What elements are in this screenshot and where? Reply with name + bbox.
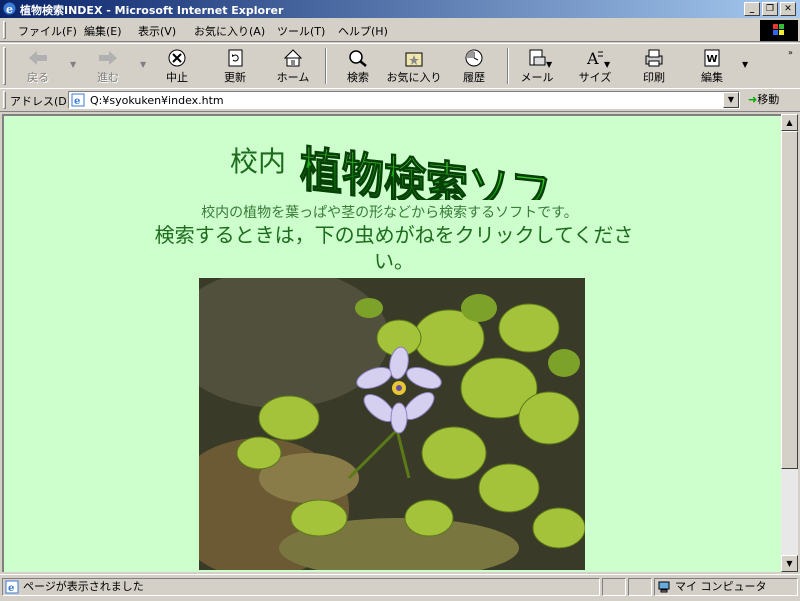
go-button[interactable]: ➜移動 — [748, 91, 779, 109]
back-button[interactable]: 戻る — [10, 46, 66, 86]
menu-file[interactable]: ファイル(F) — [18, 23, 77, 39]
history-button[interactable]: 履歴 — [446, 46, 502, 86]
size-label: サイズ — [578, 71, 612, 84]
mail-button[interactable]: メール — [509, 46, 565, 86]
title-logo: 植物検索ソフト — [299, 140, 562, 200]
scroll-thumb[interactable] — [781, 131, 798, 469]
print-icon — [645, 49, 663, 67]
status-text: ページが表示されました — [23, 580, 144, 593]
menu-help[interactable]: ヘルプ(H) — [338, 23, 388, 39]
restore-button[interactable]: ❐ — [762, 2, 778, 16]
toolbar-more[interactable]: » — [788, 48, 793, 57]
back-dropdown[interactable]: ▼ — [70, 60, 76, 69]
edit-dropdown[interactable]: ▼ — [742, 60, 748, 69]
forward-icon — [99, 51, 117, 65]
window-title: 植物検索INDEX - Microsoft Internet Explorer — [20, 4, 284, 17]
svg-text:W: W — [707, 54, 718, 65]
forward-label: 進む — [97, 71, 119, 84]
menu-favorites[interactable]: お気に入り(A) — [194, 23, 265, 39]
print-label: 印刷 — [643, 71, 665, 84]
status-panel: e ページが表示されました — [2, 578, 600, 596]
home-button[interactable]: ホーム — [265, 46, 321, 86]
ie-icon: e — [3, 2, 16, 16]
svg-text:植物検索ソフト: 植物検索ソフト — [300, 141, 562, 200]
vertical-scrollbar[interactable]: ▲ ▼ — [781, 114, 798, 572]
forward-dropdown[interactable]: ▼ — [140, 60, 146, 69]
svg-text:e: e — [8, 583, 14, 594]
stop-label: 中止 — [166, 71, 188, 84]
favorites-icon — [405, 52, 423, 67]
page-instruction: 検索するときは，下の虫めがねをクリックしてください。 — [154, 223, 634, 273]
title-bar: e 植物検索INDEX - Microsoft Internet Explore… — [0, 0, 800, 18]
forward-button[interactable]: 進む — [80, 46, 136, 86]
history-label: 履歴 — [463, 71, 485, 84]
svg-text:A: A — [586, 49, 599, 68]
page-icon: e — [71, 93, 85, 107]
scroll-up-button[interactable]: ▲ — [781, 114, 798, 131]
standard-toolbar: 戻る ▼ 進む ▼ 中止 更新 ホーム 検索 お気に入り 履歴 メール ▼ A … — [0, 43, 800, 89]
menu-view[interactable]: 表示(V) — [138, 23, 176, 39]
mail-dropdown[interactable]: ▼ — [546, 60, 552, 69]
title-prefix: 校内 — [230, 145, 287, 178]
history-icon — [465, 49, 483, 67]
computer-icon — [658, 581, 670, 593]
refresh-icon — [228, 49, 243, 67]
refresh-button[interactable]: 更新 — [207, 46, 263, 86]
toolbar-grip[interactable] — [3, 47, 6, 85]
search-label: 検索 — [347, 71, 369, 84]
size-button[interactable]: A サイズ — [567, 46, 623, 86]
edit-button[interactable]: W 編集 — [684, 46, 740, 86]
address-dropdown[interactable]: ▼ — [723, 92, 739, 108]
zone-text: マイ コンピュータ — [675, 580, 767, 593]
go-label: 移動 — [757, 93, 780, 106]
edit-label: 編集 — [701, 71, 723, 84]
water-hyacinth-image[interactable] — [199, 278, 585, 570]
address-url: Q:¥syokuken¥index.htm — [90, 94, 224, 107]
size-icon: A — [586, 49, 603, 68]
search-button[interactable]: 検索 — [330, 46, 386, 86]
back-icon — [29, 51, 47, 65]
close-button[interactable]: ✕ — [780, 2, 796, 16]
menu-tools[interactable]: ツール(T) — [277, 23, 325, 39]
status-bar: e ページが表示されました マイ コンピュータ — [0, 574, 800, 601]
mail-icon — [529, 49, 546, 66]
search-icon — [349, 50, 367, 67]
favorites-button[interactable]: お気に入り — [386, 46, 442, 86]
svg-text:e: e — [74, 96, 80, 107]
address-input[interactable]: e Q:¥syokuken¥index.htm ▼ — [68, 91, 740, 109]
zone-panel: マイ コンピュータ — [654, 578, 798, 596]
menu-bar: ファイル(F) 編集(E) 表示(V) お気に入り(A) ツール(T) ヘルプ(… — [0, 19, 800, 42]
edit-icon: W — [704, 49, 720, 67]
toolbar-separator — [325, 48, 327, 84]
go-arrow-icon: ➜ — [748, 93, 758, 106]
menu-edit[interactable]: 編集(E) — [84, 23, 122, 39]
status-panel-empty — [602, 578, 626, 596]
favorites-label: お気に入り — [386, 71, 442, 84]
stop-icon — [168, 49, 186, 67]
home-label: ホーム — [276, 71, 310, 84]
address-label: アドレス(D) — [10, 95, 72, 108]
stop-button[interactable]: 中止 — [149, 46, 205, 86]
home-icon — [283, 49, 303, 67]
address-grip[interactable] — [3, 91, 6, 109]
back-label: 戻る — [27, 71, 49, 84]
scroll-down-button[interactable]: ▼ — [781, 555, 798, 572]
mail-label: メール — [520, 71, 554, 84]
refresh-label: 更新 — [224, 71, 246, 84]
page-icon: e — [5, 580, 19, 594]
windows-logo — [760, 20, 798, 41]
print-button[interactable]: 印刷 — [626, 46, 682, 86]
minimize-button[interactable]: _ — [744, 2, 760, 16]
status-panel-empty — [628, 578, 652, 596]
svg-text:e: e — [6, 3, 13, 16]
address-bar: アドレス(D) e Q:¥syokuken¥index.htm ▼ ➜移動 — [0, 88, 800, 112]
size-dropdown[interactable]: ▼ — [604, 60, 610, 69]
page-description: 校内の植物を葉っぱや茎の形などから検索するソフトです。 — [201, 205, 578, 221]
menu-grip[interactable] — [3, 21, 6, 39]
